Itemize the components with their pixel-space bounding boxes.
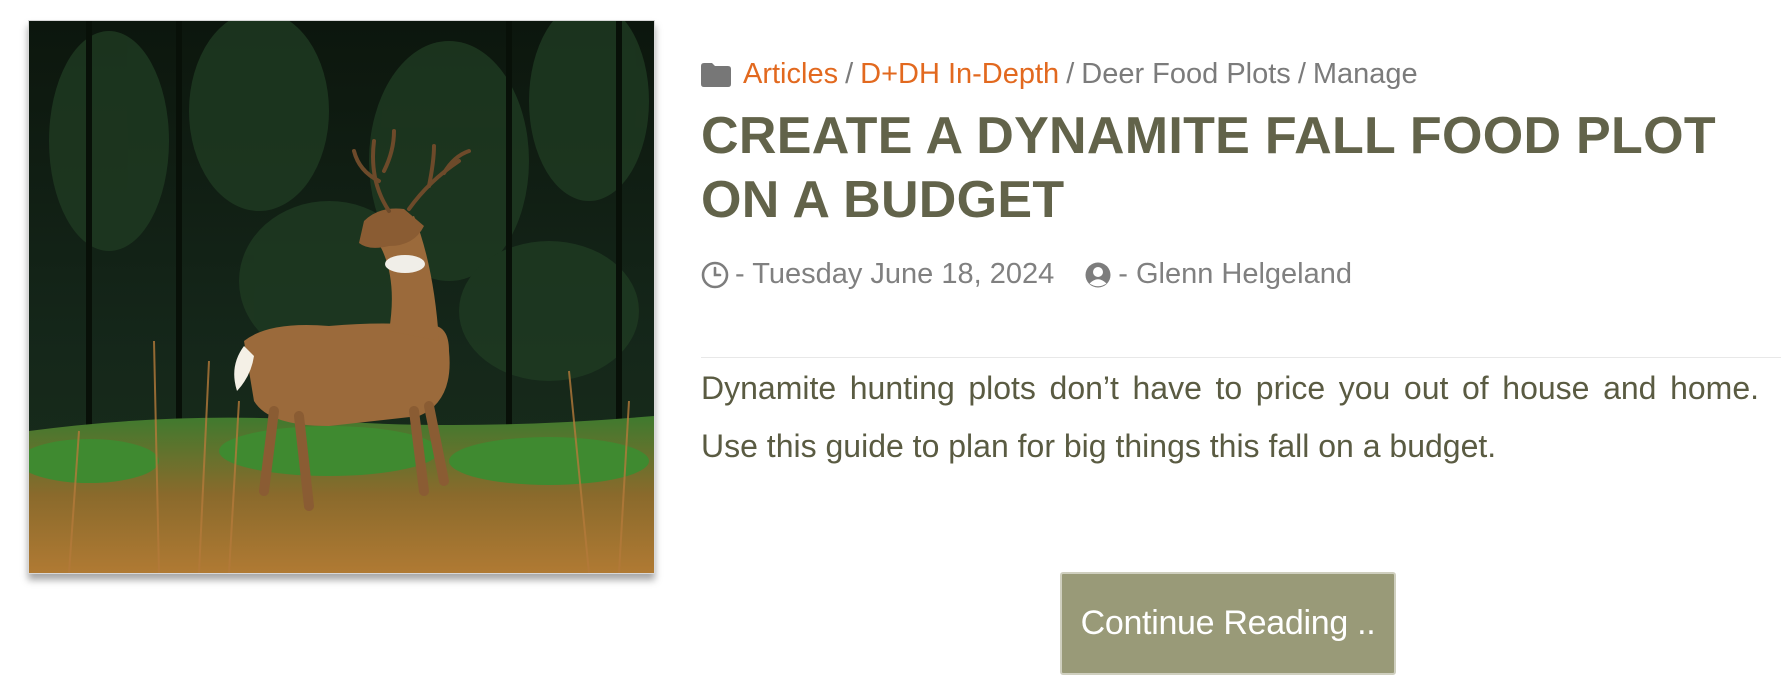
breadcrumb-manage: Manage — [1312, 58, 1418, 90]
breadcrumb-articles[interactable]: Articles — [743, 58, 838, 91]
breadcrumb-separator: / — [845, 58, 854, 90]
deer-photo — [29, 21, 654, 573]
article-image[interactable] — [28, 20, 655, 574]
user-circle-icon — [1085, 262, 1111, 287]
article-excerpt: Dynamite hunting plots don’t have to pri… — [701, 370, 1759, 464]
article-meta: - Tuesday June 18, 2024 - Glenn Helgelan… — [701, 258, 1352, 291]
continue-reading-button[interactable]: Continue Reading .. — [1060, 572, 1396, 675]
breadcrumb-deer-food-plots: Deer Food Plots — [1081, 58, 1291, 90]
folder-icon — [701, 62, 731, 87]
article-title[interactable]: CREATE A DYNAMITE FALL FOOD PLOT ON A BU… — [701, 104, 1761, 232]
clock-icon — [701, 261, 729, 288]
article-date: - Tuesday June 18, 2024 — [735, 258, 1055, 290]
breadcrumb-separator: / — [1297, 58, 1306, 90]
breadcrumb: Articles / D+DH In-Depth / Deer Food Plo… — [701, 58, 1418, 91]
breadcrumb-separator: / — [1066, 58, 1075, 90]
divider — [701, 357, 1781, 358]
article-author: - Glenn Helgeland — [1118, 258, 1352, 290]
breadcrumb-dd-in-depth[interactable]: D+DH In-Depth — [860, 58, 1059, 91]
